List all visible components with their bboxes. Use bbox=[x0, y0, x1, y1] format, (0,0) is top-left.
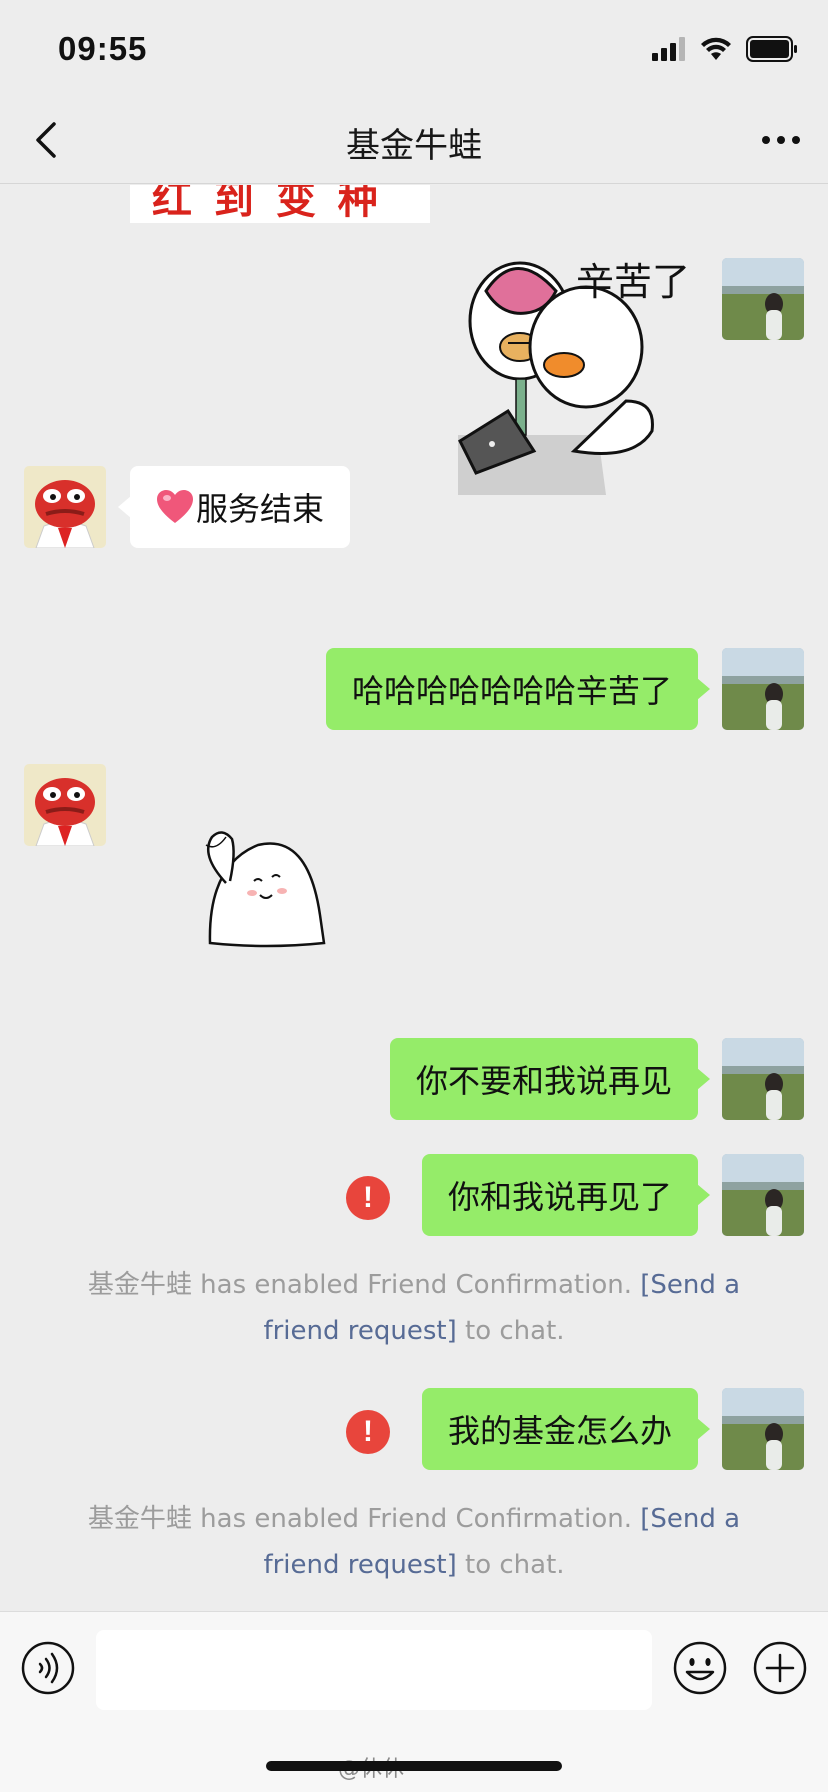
emoji-icon[interactable] bbox=[672, 1640, 728, 1696]
message-text: 你和我说再见了 bbox=[447, 1178, 672, 1216]
chat-title: 基金牛蛙 bbox=[346, 126, 482, 166]
send-failed-icon[interactable]: ! bbox=[346, 1176, 390, 1220]
avatar-photo bbox=[722, 1154, 804, 1236]
message-bubble-sent[interactable]: 我的基金怎么办 bbox=[421, 1388, 711, 1470]
notice-text: has enabled Friend Confirmation. bbox=[191, 1504, 641, 1534]
message-bubble-sent[interactable]: 你和我说再见了 bbox=[421, 1154, 711, 1236]
tired-ducks-sticker[interactable]: 辛苦了 bbox=[456, 251, 700, 495]
notice-text-end: to chat. bbox=[456, 1316, 565, 1346]
ghost-wave-sticker[interactable] bbox=[196, 825, 336, 955]
battery-icon bbox=[746, 36, 797, 62]
my-avatar[interactable] bbox=[722, 258, 804, 340]
sticker-caption: 辛苦了 bbox=[576, 260, 691, 304]
voice-input-icon[interactable] bbox=[20, 1640, 76, 1696]
message-bubble-received[interactable]: 服务结束 bbox=[117, 466, 351, 548]
notice-contact-name: 基金牛蛙 bbox=[87, 1270, 192, 1300]
avatar-photo bbox=[722, 258, 804, 340]
message-text: 哈哈哈哈哈哈哈辛苦了 bbox=[351, 672, 672, 710]
my-avatar[interactable] bbox=[722, 648, 804, 730]
notice-text-end: to chat. bbox=[456, 1550, 565, 1580]
message-text: 你不要和我说再见 bbox=[415, 1062, 672, 1100]
heart-emoji-icon bbox=[157, 490, 193, 523]
notice-contact-name: 基金牛蛙 bbox=[87, 1504, 192, 1534]
avatar-photo bbox=[722, 1388, 804, 1470]
my-avatar[interactable] bbox=[722, 1038, 804, 1120]
chat-header: 基金牛蛙 bbox=[0, 100, 828, 184]
contact-avatar[interactable] bbox=[24, 764, 106, 846]
my-avatar[interactable] bbox=[722, 1388, 804, 1470]
more-options-icon[interactable] bbox=[756, 120, 806, 160]
message-text: 我的基金怎么办 bbox=[447, 1412, 672, 1450]
home-indicator bbox=[266, 1761, 562, 1771]
message-bubble-sent[interactable]: 你不要和我说再见 bbox=[389, 1038, 711, 1120]
status-bar: 09:55 bbox=[0, 0, 828, 100]
ghost-wave-image bbox=[205, 831, 326, 948]
notice-text: has enabled Friend Confirmation. bbox=[191, 1270, 641, 1300]
more-functions-icon[interactable] bbox=[752, 1640, 808, 1696]
cellular-signal-icon bbox=[652, 37, 685, 61]
partial-sticker-text: 红 到 变 种 bbox=[152, 185, 382, 223]
system-notice: 基金牛蛙 has enabled Friend Confirmation. [S… bbox=[60, 1262, 768, 1354]
my-avatar[interactable] bbox=[722, 1154, 804, 1236]
pepe-frog-avatar bbox=[24, 764, 106, 846]
partial-sticker[interactable]: 红 到 变 种 bbox=[130, 185, 430, 223]
avatar-photo bbox=[722, 1038, 804, 1120]
message-bubble-sent[interactable]: 哈哈哈哈哈哈哈辛苦了 bbox=[325, 648, 711, 730]
contact-avatar[interactable] bbox=[24, 466, 106, 548]
message-input[interactable] bbox=[96, 1630, 652, 1710]
avatar-photo bbox=[722, 648, 804, 730]
status-time: 09:55 bbox=[58, 30, 148, 67]
status-icons bbox=[652, 34, 798, 64]
pepe-frog-avatar bbox=[24, 466, 106, 548]
message-text: 服务结束 bbox=[196, 490, 325, 528]
message-list[interactable]: 红 到 变 种 辛苦了 服务结束 哈哈哈哈哈哈哈辛苦了 你不要和我说再见 ! 你… bbox=[0, 185, 828, 1610]
system-notice: 基金牛蛙 has enabled Friend Confirmation. [S… bbox=[60, 1496, 768, 1588]
wifi-icon bbox=[701, 37, 731, 60]
send-failed-icon[interactable]: ! bbox=[346, 1410, 390, 1454]
